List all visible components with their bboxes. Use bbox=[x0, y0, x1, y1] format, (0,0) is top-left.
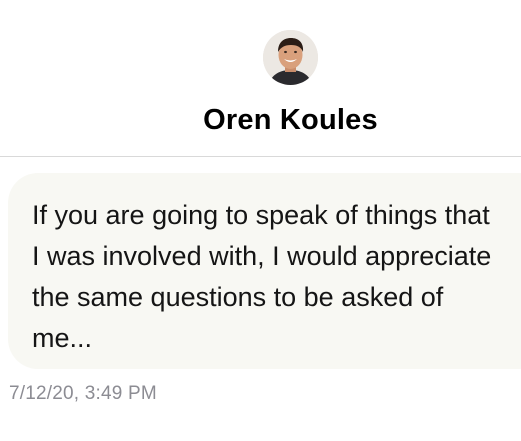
header-divider bbox=[0, 156, 521, 157]
avatar-photo-icon bbox=[263, 30, 318, 85]
conversation-header: Oren Koules bbox=[0, 0, 521, 156]
contact-avatar[interactable] bbox=[263, 30, 318, 85]
contact-name[interactable]: Oren Koules bbox=[0, 104, 521, 137]
messages-screen: Oren Koules If you are going to speak of… bbox=[0, 0, 521, 441]
message-text: If you are going to speak of things that… bbox=[32, 200, 492, 353]
message-timestamp: 7/12/20, 3:49 PM bbox=[9, 383, 157, 404]
message-bubble[interactable]: If you are going to speak of things that… bbox=[8, 173, 521, 369]
